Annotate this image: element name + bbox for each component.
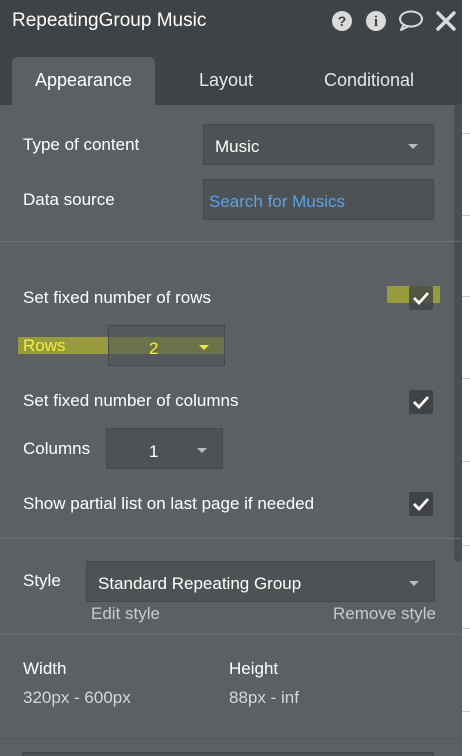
style-value: Standard Repeating Group — [98, 574, 302, 593]
chevron-down-icon — [197, 448, 207, 453]
chevron-down-icon — [408, 144, 418, 149]
svg-text:i: i — [374, 14, 378, 30]
chevron-down-icon — [409, 581, 419, 586]
scrollbar[interactable] — [454, 104, 462, 562]
remove-style-link[interactable]: Remove style — [333, 604, 436, 624]
height-value: 88px - inf — [229, 688, 299, 707]
columns-value: 1 — [149, 442, 159, 461]
tab-appearance[interactable]: Appearance — [12, 57, 155, 105]
width-value: 320px - 600px — [23, 688, 131, 707]
section-divider — [0, 538, 462, 539]
fixed-rows-checkbox[interactable] — [409, 286, 433, 310]
fixed-rows-label: Set fixed number of rows — [23, 288, 212, 307]
type-of-content-dropdown[interactable]: Music — [203, 124, 434, 165]
data-source-label: Data source — [23, 190, 115, 209]
svg-text:?: ? — [338, 13, 347, 29]
columns-label: Columns — [23, 439, 91, 458]
style-dropdown[interactable]: Standard Repeating Group — [86, 561, 435, 602]
section-divider — [0, 738, 462, 739]
fixed-columns-label: Set fixed number of columns — [23, 391, 239, 410]
data-source-value[interactable]: Search for Musics — [209, 192, 345, 212]
section-divider — [0, 634, 462, 635]
canvas-edge — [462, 0, 470, 756]
property-editor-panel: RepeatingGroup Music ? i Appearance Layo… — [0, 0, 462, 756]
chevron-down-icon — [199, 345, 209, 350]
partial-list-checkbox[interactable] — [409, 492, 433, 516]
edit-style-link[interactable]: Edit style — [91, 604, 160, 624]
section-divider — [0, 241, 462, 242]
height-label: Height — [229, 659, 279, 678]
partial-list-label: Show partial list on last page if needed — [23, 494, 315, 513]
title-bar: RepeatingGroup Music ? i — [0, 0, 462, 47]
rows-label: Rows — [23, 336, 66, 355]
tab-layout[interactable]: Layout — [175, 57, 277, 105]
next-field[interactable] — [22, 752, 434, 756]
panel-title: RepeatingGroup Music — [12, 10, 207, 31]
info-icon[interactable]: i — [365, 10, 387, 32]
fixed-columns-checkbox[interactable] — [409, 390, 433, 414]
tab-bar: Appearance Layout Conditional — [0, 47, 462, 105]
columns-dropdown[interactable]: 1 — [106, 428, 223, 469]
type-of-content-value: Music — [215, 137, 260, 156]
help-icon[interactable]: ? — [331, 10, 353, 32]
width-label: Width — [23, 659, 67, 678]
rows-value: 2 — [149, 339, 159, 358]
type-of-content-label: Type of content — [23, 135, 140, 154]
tab-conditional[interactable]: Conditional — [305, 57, 433, 105]
rows-dropdown[interactable]: 2 — [108, 325, 225, 366]
style-label: Style — [23, 571, 61, 590]
data-source-field[interactable]: Search for Musics — [203, 179, 434, 220]
close-icon[interactable] — [435, 10, 457, 32]
comment-icon[interactable] — [398, 10, 424, 32]
